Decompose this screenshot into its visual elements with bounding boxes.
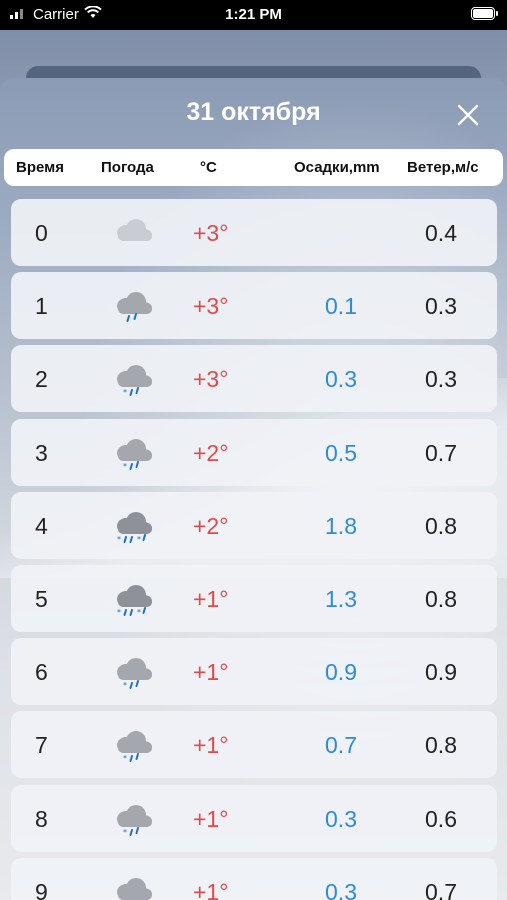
svg-text:*: * xyxy=(123,388,127,397)
battery-icon xyxy=(471,7,498,20)
forecast-row: 7 * +1° 0.7 0.8 xyxy=(11,711,497,779)
wind-value: 0.3 xyxy=(425,293,457,320)
hour-label: 0 xyxy=(35,220,48,246)
hour-label: 6 xyxy=(35,659,48,686)
precipitation-value: 1.8 xyxy=(325,512,357,539)
forecast-row: 2 * +3° 0.3 0.3 xyxy=(11,345,497,413)
forecast-row: 5 * * +1° 1.3 0.8 xyxy=(11,565,497,632)
wind-value: 0.9 xyxy=(425,659,457,686)
temperature-value: +2° xyxy=(193,512,229,539)
status-time: 1:21 PM xyxy=(225,6,282,23)
precipitation-value: 0.9 xyxy=(325,659,357,686)
temperature-value: +1° xyxy=(193,878,229,900)
svg-text:*: * xyxy=(117,608,121,617)
forecast-row: 9 * +1° 0.3 0.7 xyxy=(11,857,497,900)
svg-text:*: * xyxy=(123,681,127,690)
page-title: 31 октября xyxy=(186,98,321,126)
hour-label: 3 xyxy=(35,439,48,466)
forecast-row: 0 +3° 0.4 xyxy=(11,199,497,266)
svg-text:*: * xyxy=(123,828,127,837)
wind-value: 0.8 xyxy=(425,586,457,612)
temperature-value: +1° xyxy=(193,586,229,612)
temperature-value: +3° xyxy=(193,220,229,246)
column-wind: Ветер,м/с xyxy=(407,159,479,176)
cloud-rain-icon xyxy=(109,289,155,329)
background: 31 октября Время Погода °C Осадки,mm Вет… xyxy=(0,30,507,900)
hour-label: 2 xyxy=(35,366,48,393)
precipitation-value: 0.7 xyxy=(325,732,357,759)
temperature-value: +1° xyxy=(193,659,229,686)
temperature-value: +1° xyxy=(193,732,229,759)
cloud-icon xyxy=(109,216,155,256)
hour-label: 9 xyxy=(35,878,48,900)
column-weather: Погода xyxy=(101,159,154,176)
wind-value: 0.7 xyxy=(425,439,457,466)
forecast-row: 3 * +2° 0.5 0.7 xyxy=(11,418,497,486)
wind-value: 0.3 xyxy=(425,366,457,393)
temperature-value: +1° xyxy=(193,805,229,832)
precipitation-value: 0.5 xyxy=(325,439,357,466)
hour-label: 1 xyxy=(35,293,48,320)
svg-text:*: * xyxy=(123,754,127,763)
temperature-value: +3° xyxy=(193,366,229,393)
hour-label: 5 xyxy=(35,586,48,612)
column-header: Время Погода °C Осадки,mm Ветер,м/с xyxy=(4,149,503,186)
cloud-sleet-icon: * xyxy=(109,802,155,842)
hour-label: 7 xyxy=(35,732,48,759)
cloud-sleet-icon: * xyxy=(109,655,155,695)
precipitation-value: 0.3 xyxy=(325,366,357,393)
forecast-sheet: 31 октября Время Погода °C Осадки,mm Вет… xyxy=(0,78,507,900)
status-bar: Carrier 1:21 PM xyxy=(0,0,507,30)
cloud-sleet-icon: * xyxy=(109,436,155,476)
svg-text:*: * xyxy=(137,608,141,617)
precipitation-value: 1.3 xyxy=(325,586,357,612)
precipitation-value: 0.3 xyxy=(325,878,357,900)
cloud-sleet-icon: * xyxy=(109,362,155,402)
cloud-heavy-sleet-icon: * * xyxy=(109,509,155,549)
close-button[interactable] xyxy=(451,98,485,132)
precipitation-value: 0.3 xyxy=(325,805,357,832)
cloud-heavy-sleet-icon: * * xyxy=(109,582,155,622)
wind-value: 0.8 xyxy=(425,732,457,759)
wind-value: 0.4 xyxy=(425,220,457,246)
forecast-row: 6 * +1° 0.9 0.9 xyxy=(11,638,497,706)
wind-value: 0.7 xyxy=(425,878,457,900)
column-temperature: °C xyxy=(200,159,217,176)
svg-text:*: * xyxy=(137,535,141,544)
column-time: Время xyxy=(16,159,64,176)
forecast-row: 4 * * +2° 1.8 0.8 xyxy=(11,491,497,559)
close-icon xyxy=(457,104,479,126)
forecast-row: 8 * +1° 0.3 0.6 xyxy=(11,784,497,852)
hour-label: 4 xyxy=(35,512,48,539)
temperature-value: +3° xyxy=(193,293,229,320)
cloud-sleet-icon: * xyxy=(109,875,155,900)
temperature-value: +2° xyxy=(193,439,229,466)
forecast-row: 1 +3° 0.1 0.3 xyxy=(11,272,497,340)
precipitation-value: 0.1 xyxy=(325,293,357,320)
svg-text:*: * xyxy=(117,535,121,544)
wind-value: 0.8 xyxy=(425,512,457,539)
wind-value: 0.6 xyxy=(425,805,457,832)
svg-text:*: * xyxy=(123,462,127,471)
cloud-sleet-icon: * xyxy=(109,728,155,768)
hour-label: 8 xyxy=(35,805,48,832)
column-precipitation: Осадки,mm xyxy=(294,159,380,176)
